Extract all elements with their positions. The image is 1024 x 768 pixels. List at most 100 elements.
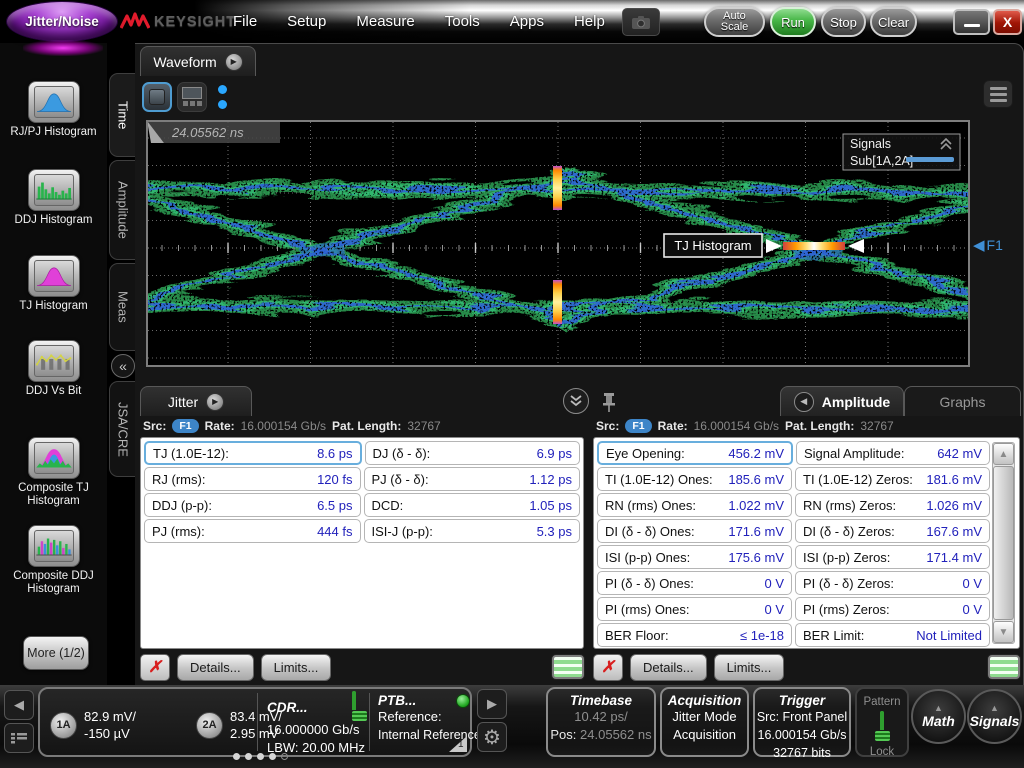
result-cell[interactable]: DI (δ - δ) Zeros:167.6 mV: [795, 519, 990, 543]
vtab-meas[interactable]: Meas: [109, 263, 136, 351]
result-cell[interactable]: RJ (rms):120 fs: [144, 467, 361, 491]
sidebar-item-composite-tj-histogram[interactable]: Composite TJ Histogram: [0, 437, 107, 508]
source-badge[interactable]: F1: [172, 419, 198, 433]
single-view-button[interactable]: [142, 82, 172, 112]
clear-button[interactable]: Clear: [870, 7, 917, 37]
scrollbar-thumb[interactable]: [993, 466, 1014, 620]
channel-2a-badge[interactable]: 2A: [196, 712, 223, 739]
graphs-tab[interactable]: Graphs: [904, 386, 1021, 416]
display-menu-button[interactable]: [983, 80, 1013, 108]
trigger-panel[interactable]: Trigger Src: Front Panel 16.000154 Gb/s …: [753, 687, 851, 757]
menu-tools[interactable]: Tools: [445, 13, 480, 30]
result-cell[interactable]: ISI (p-p) Ones:175.6 mV: [597, 545, 792, 569]
sidebar-collapse-button[interactable]: «: [111, 354, 135, 378]
pin-button[interactable]: [601, 391, 617, 413]
result-cell[interactable]: RN (rms) Zeros:1.026 mV: [795, 493, 990, 517]
sidebar-item-rjpj-histogram[interactable]: RJ/PJ Histogram: [0, 81, 107, 139]
result-cell[interactable]: DJ (δ - δ):6.9 ps: [365, 441, 581, 465]
dock-scroll-right-button[interactable]: ▶: [477, 689, 507, 719]
amplitude-table-scrollbar[interactable]: ▲ ▼: [992, 442, 1015, 644]
dock-scroll-left-button[interactable]: ◀: [4, 690, 34, 720]
dock-list-button[interactable]: [4, 723, 34, 753]
sidebar-item-ddj-histogram[interactable]: DDJ Histogram: [0, 169, 107, 227]
scroll-down-icon[interactable]: ▼: [993, 621, 1014, 643]
result-cell[interactable]: PJ (δ - δ):1.12 ps: [364, 467, 581, 491]
result-cell[interactable]: Eye Opening:456.2 mV: [597, 441, 793, 465]
f1-source-marker[interactable]: ◀ F1: [973, 236, 1003, 254]
menu-setup[interactable]: Setup: [287, 13, 326, 30]
minimize-button[interactable]: [953, 9, 990, 35]
result-cell[interactable]: DDJ (p-p):6.5 ps: [144, 493, 361, 517]
scroll-up-icon[interactable]: ▲: [993, 443, 1014, 465]
source-badge[interactable]: F1: [625, 419, 651, 433]
run-button[interactable]: Run: [770, 7, 816, 37]
vtab-amplitude[interactable]: Amplitude: [109, 160, 136, 260]
amplitude-results-tab[interactable]: ◀ Amplitude: [780, 386, 904, 416]
dock-page-dots[interactable]: [233, 753, 288, 760]
vtab-jsa-cre[interactable]: JSA/CRE: [109, 381, 136, 477]
pattern-lock-button[interactable]: Pattern Lock: [855, 687, 909, 757]
sidebar-item-ddj-vs-bit[interactable]: DDJ Vs Bit: [0, 340, 107, 398]
channel-cdr-ptb-group: 1A 82.9 mV/ -150 µV 2A 83.4 mV/ 2.95 mV …: [38, 687, 472, 757]
view-indicator-dot-1[interactable]: [218, 85, 227, 94]
stop-button[interactable]: Stop: [821, 7, 866, 37]
amplitude-limits-button[interactable]: Limits...: [714, 654, 785, 681]
amplitude-details-button[interactable]: Details...: [630, 654, 707, 681]
result-cell[interactable]: TI (1.0E-12) Zeros:181.6 mV: [795, 467, 990, 491]
vtab-time[interactable]: Time: [109, 73, 136, 157]
math-button[interactable]: ▲ Math: [911, 689, 966, 744]
app-logo[interactable]: Jitter/Noise: [6, 1, 118, 42]
amplitude-tab-back-icon[interactable]: ◀: [794, 392, 814, 412]
jitter-histogram-toggle[interactable]: [552, 655, 584, 679]
cdr-status[interactable]: CDR... 16.000000 Gb/s LBW: 20.00 MHz: [267, 693, 367, 757]
result-cell[interactable]: PI (rms) Ones:0 V: [597, 597, 792, 621]
result-cell[interactable]: ISI-J (p-p):5.3 ps: [364, 519, 581, 543]
more-measurements-button[interactable]: More (1/2): [23, 636, 89, 670]
menu-apps[interactable]: Apps: [510, 13, 544, 30]
result-cell[interactable]: PJ (rms):444 fs: [144, 519, 361, 543]
result-label: PI (δ - δ) Zeros:: [803, 576, 894, 591]
result-cell[interactable]: BER Limit:Not Limited: [795, 623, 990, 647]
result-cell[interactable]: ISI (p-p) Zeros:171.4 mV: [795, 545, 990, 569]
jitter-tab-menu-icon[interactable]: ▶: [206, 393, 224, 411]
menu-file[interactable]: File: [233, 13, 257, 30]
panel-collapse-button[interactable]: [563, 388, 589, 414]
result-cell[interactable]: PI (δ - δ) Ones:0 V: [597, 571, 792, 595]
result-cell[interactable]: PI (δ - δ) Zeros:0 V: [795, 571, 990, 595]
signals-button[interactable]: ▲ Signals: [967, 689, 1022, 744]
channel-1a-status[interactable]: 1A 82.9 mV/ -150 µV: [50, 708, 136, 742]
menu-help[interactable]: Help: [574, 13, 605, 30]
jitter-tab[interactable]: Jitter ▶: [140, 386, 252, 416]
auto-scale-button[interactable]: Auto Scale: [704, 7, 765, 37]
signals-legend[interactable]: Signals Sub[1A,2A]: [843, 134, 960, 170]
sidebar-item-tj-histogram[interactable]: TJ Histogram: [0, 255, 107, 313]
result-cell[interactable]: DI (δ - δ) Ones:171.6 mV: [597, 519, 792, 543]
menu-measure[interactable]: Measure: [356, 13, 414, 30]
result-cell[interactable]: TJ (1.0E-12):8.6 ps: [144, 441, 362, 465]
result-cell[interactable]: PI (rms) Zeros:0 V: [795, 597, 990, 621]
jitter-limits-button[interactable]: Limits...: [261, 654, 332, 681]
timebase-panel[interactable]: Timebase 10.42 ps/ Pos: 24.05562 ns: [546, 687, 656, 757]
result-cell[interactable]: BER Floor:≤ 1e-18: [597, 623, 792, 647]
amplitude-close-button[interactable]: ✗: [593, 654, 623, 681]
composite-bars-icon: [35, 531, 73, 561]
result-cell[interactable]: Signal Amplitude:642 mV: [796, 441, 990, 465]
waveform-tab-menu-icon[interactable]: ▶: [225, 53, 243, 71]
dock-settings-button[interactable]: ⚙: [477, 722, 507, 752]
channel-1a-badge[interactable]: 1A: [50, 712, 77, 739]
screenshot-button[interactable]: [622, 8, 660, 36]
result-cell[interactable]: TI (1.0E-12) Ones:185.6 mV: [597, 467, 792, 491]
result-cell[interactable]: RN (rms) Ones:1.022 mV: [597, 493, 792, 517]
amplitude-histogram-toggle[interactable]: [988, 655, 1020, 679]
eye-diagram[interactable]: TJ Histogram Signals Sub[1A,2A] 24.05562…: [148, 122, 968, 365]
view-indicator-dot-2[interactable]: [218, 100, 227, 109]
acquisition-panel[interactable]: Acquisition Jitter Mode Acquisition: [660, 687, 749, 757]
jitter-details-button[interactable]: Details...: [177, 654, 254, 681]
waveform-tab[interactable]: Waveform ▶: [140, 46, 256, 76]
sidebar-item-composite-ddj-histogram[interactable]: Composite DDJ Histogram: [0, 525, 107, 596]
eye-diagram-display[interactable]: TJ Histogram Signals Sub[1A,2A] 24.05562…: [146, 120, 970, 367]
jitter-close-button[interactable]: ✗: [140, 654, 170, 681]
result-cell[interactable]: DCD:1.05 ps: [364, 493, 581, 517]
close-button[interactable]: X: [993, 9, 1022, 35]
split-view-button[interactable]: [177, 82, 207, 112]
